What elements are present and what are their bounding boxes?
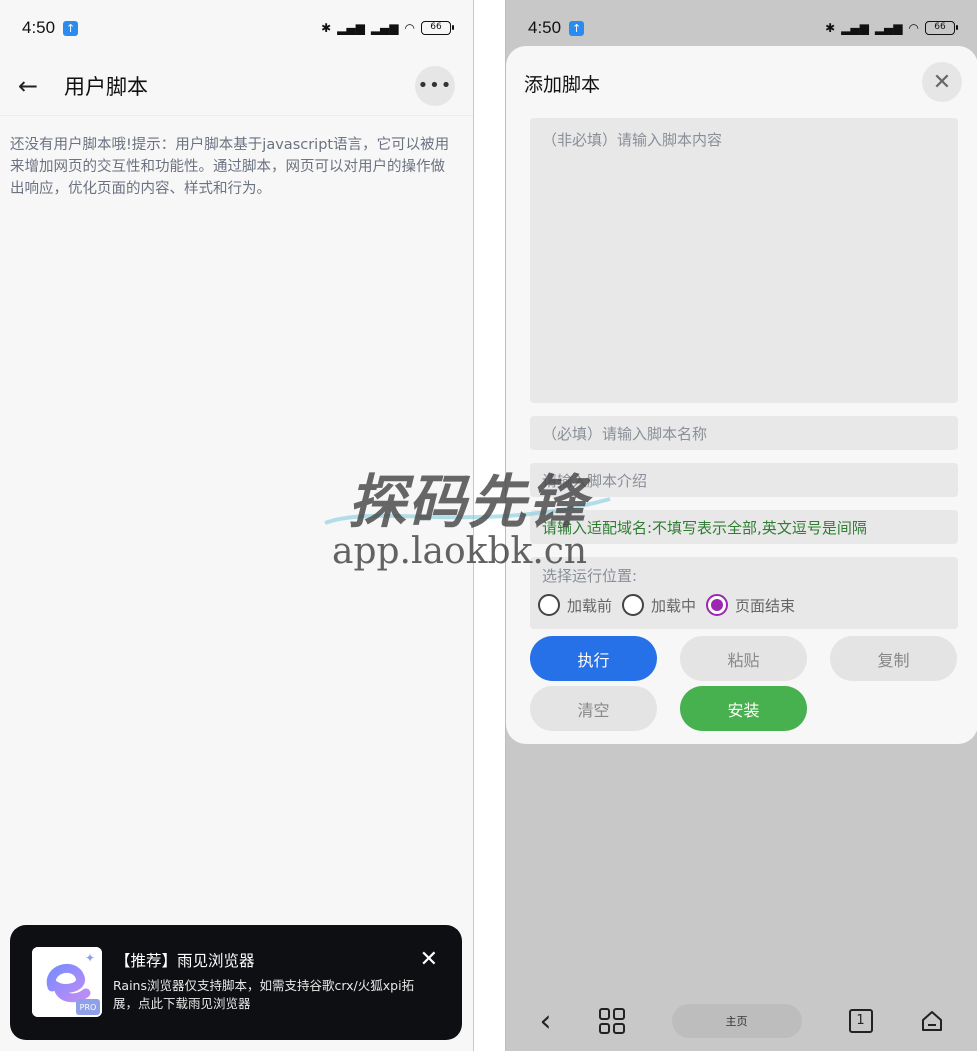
- radio-during-load[interactable]: 加载中: [622, 594, 696, 616]
- radio-before-load[interactable]: 加载前: [538, 594, 612, 616]
- more-options-button[interactable]: •••: [415, 65, 455, 106]
- menu-grid-icon[interactable]: [598, 1008, 625, 1034]
- radio-icon: [538, 594, 560, 616]
- radio-label: 页面结束: [735, 596, 796, 615]
- bluetooth-icon: ✱: [825, 21, 836, 35]
- domain-input[interactable]: 请输入适配域名:不填写表示全部,英文逗号是间隔: [530, 510, 958, 544]
- wifi-icon: ◠: [908, 21, 919, 35]
- script-description-input[interactable]: 请输入脚本介绍: [530, 463, 958, 497]
- signal-icon-2: ▂▄▆: [370, 21, 399, 35]
- close-button[interactable]: ✕: [922, 62, 962, 102]
- close-icon[interactable]: ✕: [420, 947, 438, 972]
- radio-selected-icon: [706, 594, 729, 616]
- install-button[interactable]: 安装: [680, 686, 807, 731]
- page-title: 用户脚本: [64, 74, 148, 99]
- radio-icon: [622, 594, 645, 616]
- upload-icon: ↑: [569, 20, 585, 36]
- app-bar: ← 用户脚本 •••: [0, 56, 473, 116]
- script-content-input[interactable]: （非必填）请输入脚本内容: [530, 118, 958, 403]
- radio-label: 加载前: [567, 596, 613, 615]
- signal-icon: ▂▄▆: [841, 21, 869, 35]
- run-position-options: 加载前 加载中 页面结束: [538, 594, 946, 616]
- left-screen: 4:50 ↑ ✱ ▂▄▆ ▂▄▆ ◠ 66 ← 用户脚本 ••• 还没有用户脚本…: [0, 0, 474, 1051]
- svg-text:✦: ✦: [85, 951, 95, 965]
- upload-icon: ↑: [63, 20, 79, 36]
- run-position-label: 选择运行位置:: [542, 567, 638, 585]
- wifi-icon: ◠: [404, 21, 415, 35]
- signal-icon-2: ▂▄▆: [874, 21, 903, 35]
- right-screen: 4:50 ↑ ✱ ▂▄▆ ▂▄▆ ◠ 66 添加脚本 ✕ （非必填）请输入脚本内…: [505, 0, 977, 1051]
- close-icon: ✕: [932, 69, 952, 95]
- battery-icon: 66: [421, 21, 454, 35]
- bottom-nav-bar: ‹ 主页 1: [506, 991, 977, 1051]
- script-name-input[interactable]: （必填）请输入脚本名称: [530, 416, 958, 450]
- empty-tip-text: 还没有用户脚本哦!提示：用户脚本基于javascript语言，它可以被用来增加网…: [10, 137, 450, 197]
- promo-title: 【推荐】雨见浏览器: [115, 952, 255, 970]
- battery-icon: 66: [925, 21, 958, 35]
- rains-browser-logo-icon: PRO ✦: [32, 947, 102, 1017]
- home-house-icon[interactable]: [920, 1009, 944, 1033]
- sheet-title: 添加脚本: [524, 74, 601, 96]
- promo-banner[interactable]: PRO ✦ 【推荐】雨见浏览器 Rains浏览器仅支持脚本，如需支持谷歌crx/…: [10, 925, 462, 1040]
- radio-label: 加载中: [651, 596, 697, 615]
- copy-button[interactable]: 复制: [830, 636, 957, 681]
- status-time: 4:50: [528, 18, 562, 37]
- status-time: 4:50: [22, 18, 56, 37]
- home-button[interactable]: 主页: [671, 1004, 802, 1038]
- status-bar: 4:50 ↑ ✱ ▂▄▆ ▂▄▆ ◠ 66: [0, 0, 473, 56]
- status-icons: ✱ ▂▄▆ ▂▄▆ ◠ 66: [321, 21, 454, 35]
- tabs-count-icon[interactable]: 1: [848, 1009, 873, 1033]
- back-chevron-icon[interactable]: ‹: [540, 1004, 552, 1039]
- back-arrow-icon[interactable]: ←: [18, 72, 50, 100]
- promo-description: Rains浏览器仅支持脚本，如需支持谷歌crx/火狐xpi拓展，点此下载雨见浏览…: [113, 978, 415, 1011]
- run-position-group: 选择运行位置: 加载前 加载中 页面结束: [530, 557, 958, 629]
- execute-button[interactable]: 执行: [530, 636, 657, 681]
- bluetooth-icon: ✱: [321, 21, 332, 35]
- pro-badge: PRO: [80, 1003, 97, 1012]
- add-script-sheet: 添加脚本 ✕ （非必填）请输入脚本内容 （必填）请输入脚本名称 请输入脚本介绍 …: [506, 46, 977, 744]
- signal-icon: ▂▄▆: [337, 21, 365, 35]
- radio-page-end[interactable]: 页面结束: [706, 594, 795, 616]
- status-icons: ✱ ▂▄▆ ▂▄▆ ◠ 66: [825, 21, 958, 35]
- clear-button[interactable]: 清空: [530, 686, 657, 731]
- paste-button[interactable]: 粘贴: [680, 636, 807, 681]
